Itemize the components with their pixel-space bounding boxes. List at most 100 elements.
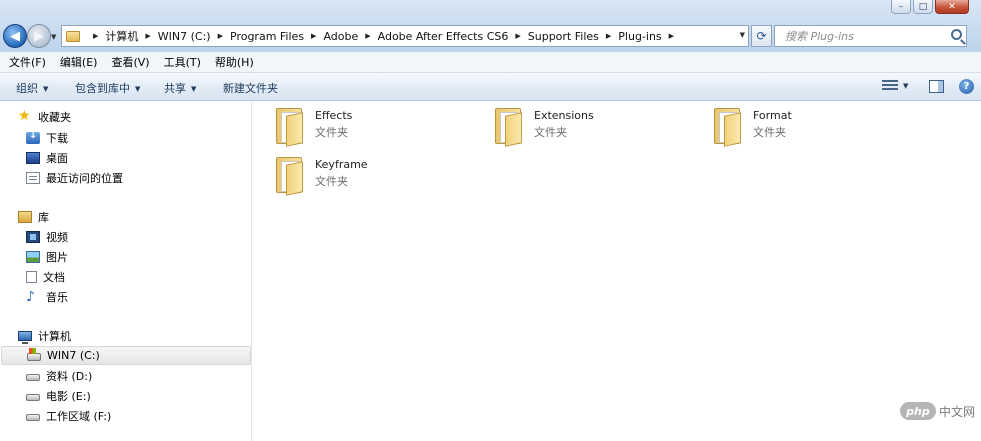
nav-item-label: 最近访问的位置 bbox=[46, 171, 123, 185]
folder-item-format[interactable]: Format 文件夹 bbox=[711, 106, 911, 154]
nav-item-label: 文档 bbox=[43, 270, 65, 284]
nav-item-label: WIN7 (C:) bbox=[47, 349, 100, 362]
breadcrumb-after-effects[interactable]: Adobe After Effects CS6 bbox=[378, 30, 509, 43]
maximize-button[interactable]: □ bbox=[913, 0, 933, 14]
folder-icon bbox=[711, 106, 743, 147]
chevron-right-icon[interactable]: ▶ bbox=[93, 32, 98, 40]
nav-item-drive-d[interactable]: 资料 (D:) bbox=[26, 366, 92, 385]
nav-computer[interactable]: 计算机 bbox=[18, 326, 71, 345]
folder-name: Effects bbox=[315, 109, 353, 122]
search-input[interactable]: 搜索 Plug-ins bbox=[774, 25, 967, 47]
nav-item-label: 桌面 bbox=[46, 151, 68, 165]
folder-icon bbox=[492, 106, 524, 147]
drive-icon bbox=[26, 413, 40, 421]
menu-tools[interactable]: 工具(T) bbox=[164, 54, 201, 70]
recent-pages-dropdown[interactable]: ▼ bbox=[51, 33, 56, 41]
folder-name: Keyframe bbox=[315, 158, 368, 171]
breadcrumb-computer[interactable]: 计算机 bbox=[105, 28, 138, 44]
menu-view[interactable]: 查看(V) bbox=[111, 54, 149, 70]
php-logo: php bbox=[899, 402, 936, 420]
share-button[interactable]: 共享 ▼ bbox=[164, 80, 196, 96]
breadcrumb-support-files[interactable]: Support Files bbox=[528, 30, 599, 43]
document-icon bbox=[26, 270, 37, 283]
menu-file[interactable]: 文件(F) bbox=[9, 54, 46, 70]
nav-item-videos[interactable]: 视频 bbox=[26, 227, 68, 246]
nav-favorites[interactable]: ★ 收藏夹 bbox=[18, 107, 71, 126]
include-in-library-button[interactable]: 包含到库中 ▼ bbox=[75, 80, 140, 96]
chevron-right-icon[interactable]: ▶ bbox=[218, 32, 223, 40]
nav-libraries-label: 库 bbox=[38, 210, 49, 224]
chevron-right-icon[interactable]: ▶ bbox=[365, 32, 370, 40]
folder-item-keyframe[interactable]: Keyframe 文件夹 bbox=[273, 155, 473, 203]
drive-icon bbox=[26, 373, 40, 381]
command-bar: 组织 ▼ 包含到库中 ▼ 共享 ▼ 新建文件夹 ▼ ? bbox=[0, 73, 981, 101]
view-dropdown-icon[interactable]: ▼ bbox=[903, 82, 908, 90]
minimize-button[interactable]: – bbox=[891, 0, 911, 14]
folder-type: 文件夹 bbox=[753, 126, 786, 139]
back-arrow-icon: ◀ bbox=[10, 28, 20, 44]
breadcrumb-program-files[interactable]: Program Files bbox=[230, 30, 304, 43]
folder-type: 文件夹 bbox=[534, 126, 567, 139]
forward-button[interactable]: ▶ bbox=[27, 24, 51, 48]
include-library-label: 包含到库中 bbox=[75, 82, 130, 95]
menu-bar: 文件(F) 编辑(E) 查看(V) 工具(T) 帮助(H) bbox=[0, 52, 981, 73]
folder-item-effects[interactable]: Effects 文件夹 bbox=[273, 106, 473, 154]
search-icon[interactable] bbox=[951, 29, 962, 40]
organize-label: 组织 bbox=[16, 82, 38, 95]
nav-item-label: 下载 bbox=[46, 131, 68, 145]
system-drive-icon bbox=[27, 348, 41, 361]
folder-item-extensions[interactable]: Extensions 文件夹 bbox=[492, 106, 692, 154]
star-icon: ★ bbox=[18, 107, 31, 124]
breadcrumb-win7-c[interactable]: WIN7 (C:) bbox=[158, 30, 211, 43]
navigation-pane: ★ 收藏夹 下载 桌面 最近访问的位置 库 视频 图片 文档 ♪ 音乐 计算机 … bbox=[0, 102, 252, 441]
nav-item-drive-c[interactable]: WIN7 (C:) bbox=[1, 346, 251, 365]
nav-item-label: 工作区域 (F:) bbox=[46, 409, 112, 423]
organize-button[interactable]: 组织 ▼ bbox=[16, 80, 48, 96]
new-folder-label: 新建文件夹 bbox=[223, 82, 278, 95]
chevron-right-icon[interactable]: ▶ bbox=[669, 32, 674, 40]
address-bar[interactable]: ▶ 计算机 ▶ WIN7 (C:) ▶ Program Files ▶ Adob… bbox=[61, 25, 749, 47]
recent-places-icon bbox=[26, 171, 40, 184]
nav-libraries[interactable]: 库 bbox=[18, 207, 49, 226]
folder-type: 文件夹 bbox=[315, 126, 348, 139]
refresh-icon: ⟳ bbox=[756, 29, 767, 43]
back-button[interactable]: ◀ bbox=[3, 24, 27, 48]
watermark-text: 中文网 bbox=[938, 404, 975, 419]
address-dropdown-icon[interactable]: ▼ bbox=[740, 31, 745, 39]
nav-item-music[interactable]: ♪ 音乐 bbox=[26, 287, 68, 306]
nav-item-drive-f[interactable]: 工作区域 (F:) bbox=[26, 406, 111, 425]
drive-icon bbox=[26, 393, 40, 401]
computer-icon bbox=[18, 330, 32, 344]
menu-help[interactable]: 帮助(H) bbox=[215, 54, 254, 70]
preview-pane-icon[interactable] bbox=[929, 80, 944, 93]
library-icon bbox=[18, 210, 32, 223]
chevron-right-icon[interactable]: ▶ bbox=[606, 32, 611, 40]
chevron-right-icon[interactable]: ▶ bbox=[311, 32, 316, 40]
breadcrumb-plug-ins[interactable]: Plug-ins bbox=[618, 30, 661, 43]
breadcrumb-adobe[interactable]: Adobe bbox=[323, 30, 358, 43]
chevron-right-icon[interactable]: ▶ bbox=[515, 32, 520, 40]
nav-item-desktop[interactable]: 桌面 bbox=[26, 148, 68, 167]
nav-item-label: 电影 (E:) bbox=[46, 389, 91, 403]
help-icon[interactable]: ? bbox=[959, 79, 974, 94]
chevron-down-icon: ▼ bbox=[191, 85, 197, 93]
refresh-button[interactable]: ⟳ bbox=[751, 25, 772, 47]
nav-item-downloads[interactable]: 下载 bbox=[26, 128, 68, 147]
nav-item-recent-places[interactable]: 最近访问的位置 bbox=[26, 168, 123, 187]
video-icon bbox=[26, 230, 40, 243]
nav-item-drive-e[interactable]: 电影 (E:) bbox=[26, 386, 91, 405]
chevron-right-icon[interactable]: ▶ bbox=[145, 32, 150, 40]
nav-item-pictures[interactable]: 图片 bbox=[26, 247, 68, 266]
title-bar: – □ ✕ ◀ ▶ ▼ ▶ 计算机 ▶ WIN7 (C:) ▶ Program … bbox=[0, 0, 981, 52]
folder-name: Format bbox=[753, 109, 792, 122]
download-icon bbox=[26, 130, 40, 144]
menu-edit[interactable]: 编辑(E) bbox=[60, 54, 98, 70]
folder-name: Extensions bbox=[534, 109, 594, 122]
close-button[interactable]: ✕ bbox=[935, 0, 969, 14]
folder-type: 文件夹 bbox=[315, 175, 348, 188]
new-folder-button[interactable]: 新建文件夹 bbox=[223, 80, 278, 96]
nav-item-documents[interactable]: 文档 bbox=[26, 267, 65, 286]
change-view-icon[interactable] bbox=[882, 80, 898, 94]
nav-computer-label: 计算机 bbox=[38, 329, 71, 343]
nav-item-label: 资料 (D:) bbox=[46, 369, 93, 383]
